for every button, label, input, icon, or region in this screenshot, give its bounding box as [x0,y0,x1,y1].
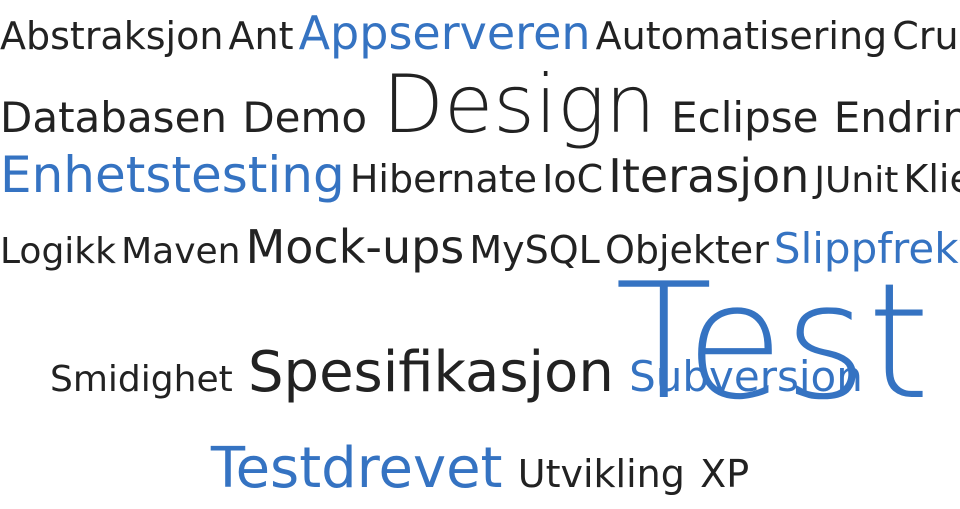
tag-enhetstesting: Enhetstesting [0,146,345,204]
tag-testdrevet: Testdrevet [211,436,503,501]
tag-design: Design [382,58,655,151]
cloud-row-6: Testdrevet Utvikling XP [0,436,960,501]
tag-logikk: Logikk [0,231,116,272]
tag-cruisecontrol: Cruisecontrol [892,14,960,58]
tag-abstraksjon: Abstraksjon [0,14,223,58]
tag-maven: Maven [121,231,240,272]
tag-utvikling: Utvikling [518,452,685,496]
tag-automatisering: Automatisering [596,14,888,58]
cloud-row-1: Abstraksjon Ant Appserveren Automatiseri… [0,6,960,60]
tag-endringer: Endringer [834,93,960,142]
tag-xp: XP [700,452,749,496]
cloud-row-2: Databasen Demo Design Eclipse Endringer [0,58,960,151]
tag-junit: JUnit [814,160,898,201]
tag-mock-ups: Mock-ups [246,220,465,274]
tag-appserveren: Appserveren [299,6,591,60]
tag-smidighet: Smidighet [50,359,233,400]
tag-iterasjon: Iterasjon [608,149,809,203]
cloud-row-3: Enhetstesting Hibernate IoC Iterasjon JU… [0,146,960,204]
tag-ioc: IoC [542,157,603,201]
tag-ant: Ant [229,14,294,58]
tag-mysql: MySQL [469,228,599,272]
tag-test: Test [615,262,930,422]
tag-cloud: Abstraksjon Ant Appserveren Automatiseri… [0,0,960,509]
tag-eclipse: Eclipse [671,93,818,142]
tag-spesifikasjon: Spesifikasjon [248,340,614,405]
tag-klienten: Klienten [903,157,960,201]
tag-databasen: Databasen [0,93,227,142]
tag-hibernate: Hibernate [350,157,537,201]
tag-demo: Demo [242,93,367,142]
